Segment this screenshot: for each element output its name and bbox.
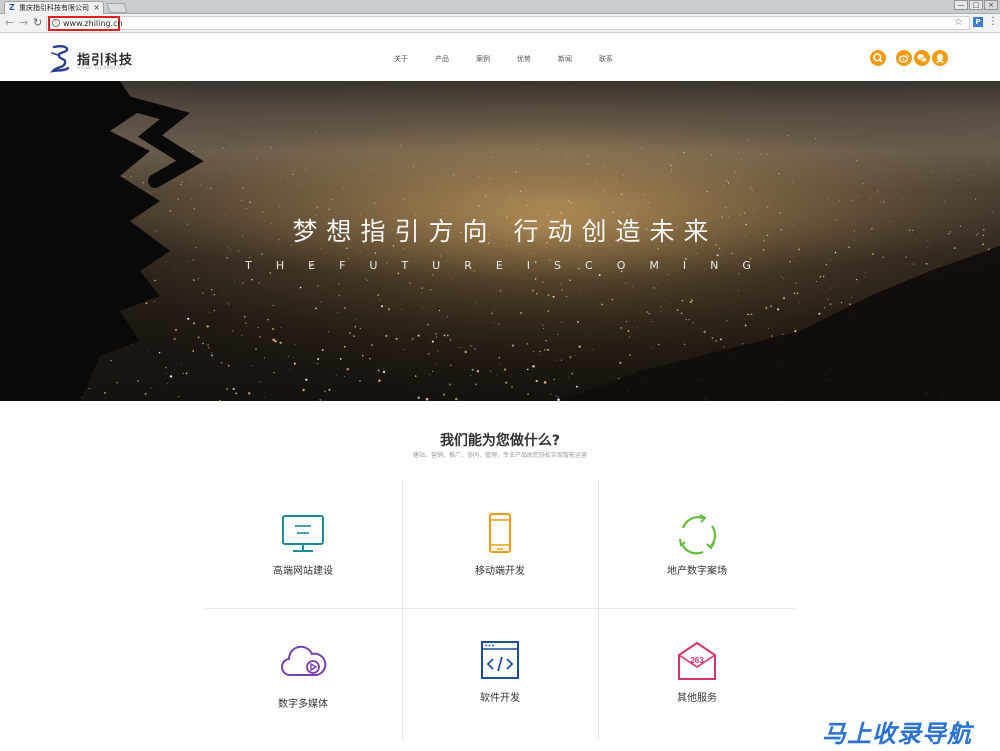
site-favicon-icon: Z <box>9 3 15 12</box>
mail-263-icon: 263 <box>678 641 716 680</box>
browser-window: Z 重庆指引科技有限公司 × — □ × ← → ↻ i www.zhiling… <box>0 0 1000 751</box>
maximize-button[interactable]: □ <box>969 0 983 10</box>
service-card-software[interactable]: 软件开发 <box>402 609 598 737</box>
service-card-other[interactable]: 263 其他服务 <box>599 609 795 737</box>
nav-item-news[interactable]: 新闻 <box>558 54 572 64</box>
service-label: 地产数字案场 <box>667 566 727 577</box>
section-subtitle: 建站、营销、推广、协同、管理，专业产品助您轻松实现智能运营 <box>412 452 587 459</box>
code-window-icon <box>481 641 519 679</box>
logo-subtitle: GUIDE TECHNOLOGY <box>77 65 127 70</box>
browser-menu-icon[interactable]: ⋮ <box>988 15 998 29</box>
nav-item-contact[interactable]: 联系 <box>599 54 613 64</box>
section-title: 我们能为您做什么? <box>439 433 561 449</box>
site-header: 指引科技 GUIDE TECHNOLOGY 关于 产品 案例 优势 新闻 联系 <box>0 34 1000 81</box>
mobile-icon <box>489 513 511 553</box>
extension-icon[interactable]: P <box>973 17 983 27</box>
browser-tab[interactable]: Z 重庆指引科技有限公司 × <box>4 1 104 14</box>
service-card-realestate[interactable]: 地产数字案场 <box>599 480 795 608</box>
service-label: 其他服务 <box>677 693 717 704</box>
nav-item-about[interactable]: 关于 <box>394 54 408 64</box>
search-icon[interactable] <box>870 50 886 66</box>
qq-icon[interactable] <box>932 50 948 66</box>
mail-badge-text: 263 <box>690 656 704 665</box>
service-label: 移动端开发 <box>475 566 525 577</box>
service-label: 高端网站建设 <box>273 566 333 577</box>
url-highlight-box[interactable]: i www.zhiling.cn <box>48 16 123 31</box>
info-icon[interactable]: i <box>52 19 60 27</box>
service-card-mobile[interactable]: 移动端开发 <box>402 480 598 608</box>
monitor-icon <box>282 515 324 552</box>
hero-banner: 梦想指引方向 行动创造未来 THEFUTUREISCOMING <box>0 81 1000 401</box>
address-bar[interactable]: i www.zhiling.cn ☆ <box>46 16 970 31</box>
minimize-button[interactable]: — <box>954 0 968 10</box>
watermark-text: 马上收录导航 <box>822 720 972 748</box>
service-label: 数字多媒体 <box>278 699 328 710</box>
nav-item-cases[interactable]: 案例 <box>476 54 490 64</box>
service-label: 软件开发 <box>480 693 520 704</box>
browser-toolbar: ← → ↻ i www.zhiling.cn ☆ P ⋮ <box>0 14 1000 33</box>
reload-icon[interactable]: ↻ <box>33 16 42 30</box>
nav-item-products[interactable]: 产品 <box>435 54 449 64</box>
tab-close-icon[interactable]: × <box>93 2 100 14</box>
tab-strip: Z 重庆指引科技有限公司 × — □ × <box>0 0 1000 14</box>
back-arrow-icon[interactable]: ← <box>5 16 14 30</box>
hero-subtitle: THEFUTUREISCOMING <box>245 259 775 272</box>
nav-item-advantages[interactable]: 优势 <box>517 54 531 64</box>
logo-icon[interactable] <box>50 44 72 74</box>
wechat-icon[interactable] <box>914 50 930 66</box>
tab-title: 重庆指引科技有限公司 <box>19 4 89 12</box>
hero-title: 梦想指引方向 行动创造未来 <box>292 217 718 246</box>
new-tab-button[interactable] <box>106 3 128 13</box>
close-window-button[interactable]: × <box>984 0 998 10</box>
main-nav: 关于 产品 案例 优势 新闻 联系 <box>394 54 640 64</box>
window-controls: — □ × <box>954 0 998 10</box>
service-card-website[interactable]: 高端网站建设 <box>205 480 401 608</box>
weibo-icon[interactable] <box>896 50 912 66</box>
service-card-multimedia[interactable]: 数字多媒体 <box>205 609 401 737</box>
url-text: www.zhiling.cn <box>63 19 123 28</box>
forward-arrow-icon[interactable]: → <box>19 16 28 30</box>
services-grid: 高端网站建设 移动端开发 地产数字案场 数字多媒体 软件开发 263 其他服务 <box>205 480 795 740</box>
cloud-play-icon <box>280 645 327 677</box>
cycle-icon <box>679 514 717 555</box>
bookmark-star-icon[interactable]: ☆ <box>954 17 963 29</box>
